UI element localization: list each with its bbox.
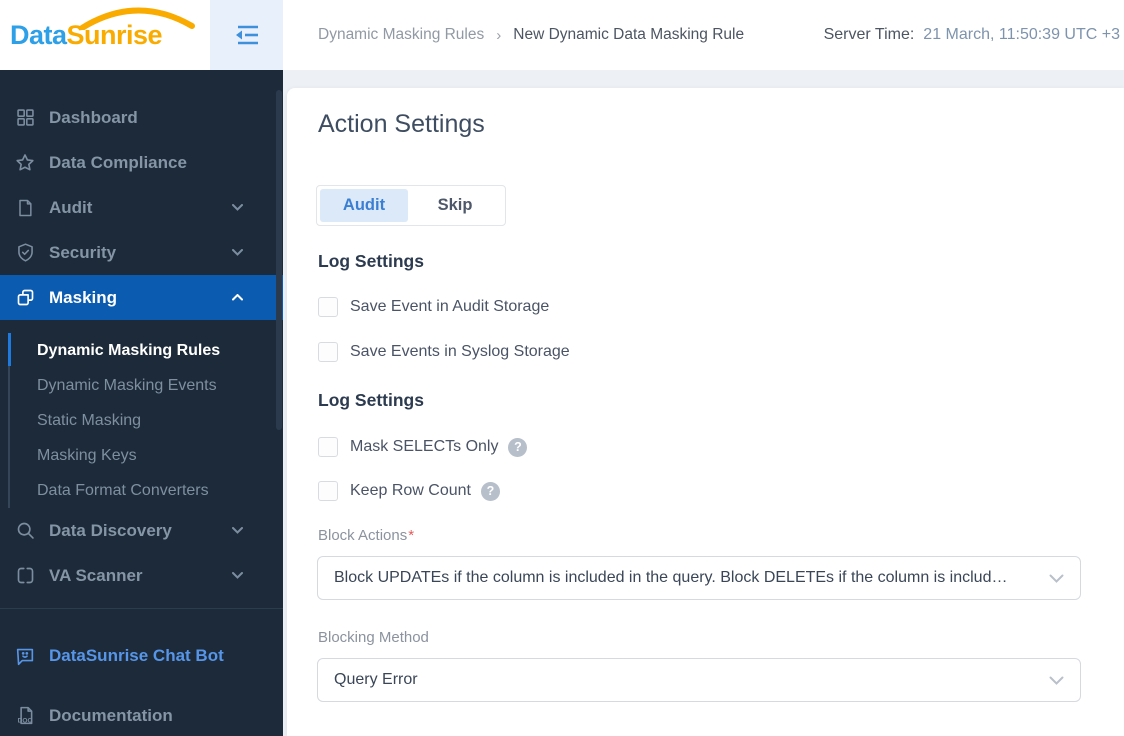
- checkbox-label: Mask SELECTs Only: [350, 438, 499, 455]
- sidebar-item-documentation[interactable]: DOC Documentation: [0, 693, 283, 736]
- server-time-label: Server Time:: [823, 26, 915, 43]
- sidebar-item-security[interactable]: Security: [0, 230, 283, 275]
- sidebar-item-label: Documentation: [49, 705, 173, 725]
- chevron-down-icon: [232, 527, 243, 534]
- sidebar-subitem-masking-keys[interactable]: Masking Keys: [37, 438, 137, 473]
- blocking-method-selected-value: Query Error: [334, 671, 418, 688]
- sidebar-subitem-dynamic-masking-rules[interactable]: Dynamic Masking Rules: [37, 333, 220, 368]
- chevron-down-icon: [232, 572, 243, 579]
- sidebar-item-label: Masking: [49, 287, 118, 307]
- mask-selects-only-checkbox[interactable]: [318, 437, 338, 457]
- sidebar-item-label: Dashboard: [49, 107, 138, 127]
- checkbox-label: Save Events in Syslog Storage: [350, 343, 570, 360]
- chevron-up-icon: [232, 294, 243, 301]
- masking-icon: [14, 287, 36, 309]
- sidebar-collapse-button[interactable]: [210, 0, 283, 70]
- chevron-down-icon: [232, 249, 243, 256]
- checkbox-row-mask-selects-only: Mask SELECTs Only ?: [318, 436, 528, 458]
- svg-text:DOC: DOC: [17, 718, 32, 725]
- sidebar-item-label: Data Compliance: [49, 152, 187, 172]
- shield-check-icon: [14, 242, 36, 264]
- sidebar-subitem-data-format-converters[interactable]: Data Format Converters: [37, 473, 209, 508]
- block-actions-dropdown[interactable]: Block UPDATEs if the column is included …: [317, 556, 1081, 600]
- checkbox-row-keep-row-count: Keep Row Count ?: [318, 480, 500, 502]
- required-asterisk: *: [408, 527, 415, 544]
- log-settings-heading-2: Log Settings: [318, 390, 424, 410]
- sidebar-item-label: DataSunrise Chat Bot: [49, 645, 224, 665]
- scanner-icon: [14, 565, 36, 587]
- sidebar-item-audit[interactable]: Audit: [0, 185, 283, 230]
- page-title: Action Settings: [318, 110, 485, 138]
- star-icon: [14, 152, 36, 174]
- dashboard-grid-icon: [14, 107, 36, 129]
- sidebar-item-va-scanner[interactable]: VA Scanner: [0, 553, 283, 598]
- logo[interactable]: DataSunrise: [0, 0, 210, 70]
- document-icon: [14, 197, 36, 219]
- subitem-label: Masking Keys: [37, 446, 137, 464]
- sidebar-item-label: Data Discovery: [49, 520, 172, 540]
- top-header-bar: Dynamic Masking Rules › New Dynamic Data…: [283, 0, 1124, 70]
- sidebar-subitem-dynamic-masking-events[interactable]: Dynamic Masking Events: [37, 368, 217, 403]
- sidebar-item-label: VA Scanner: [49, 565, 143, 585]
- server-time: Server Time: 21 March, 11:50:39 UTC +3: [824, 0, 1120, 70]
- collapse-sidebar-icon: [235, 25, 258, 45]
- breadcrumb-current-page: New Dynamic Data Masking Rule: [513, 26, 745, 43]
- breadcrumb-parent-link[interactable]: Dynamic Masking Rules: [318, 26, 484, 44]
- sidebar-item-masking[interactable]: Masking: [0, 275, 283, 320]
- sidebar-divider: [0, 608, 283, 609]
- save-events-syslog-checkbox[interactable]: [318, 342, 338, 362]
- sidebar-item-data-compliance[interactable]: Data Compliance: [0, 140, 283, 185]
- checkbox-label: Keep Row Count: [350, 482, 471, 499]
- breadcrumb: Dynamic Masking Rules › New Dynamic Data…: [318, 0, 744, 70]
- logo-text-sunrise: Sunrise: [66, 19, 163, 50]
- main-content-panel: Action Settings Audit Skip Log Settings …: [287, 88, 1124, 736]
- blocking-method-label: Blocking Method: [318, 629, 429, 646]
- subitem-label: Static Masking: [37, 411, 142, 429]
- subitem-label: Data Format Converters: [37, 481, 209, 499]
- chevron-down-icon: [1049, 574, 1064, 584]
- breadcrumb-separator-icon: ›: [496, 26, 502, 44]
- datasunrise-logo: DataSunrise: [10, 7, 195, 51]
- sidebar-scrollbar-thumb[interactable]: [276, 90, 282, 430]
- sidebar-nav: Dashboard Data Compliance Audit Security: [0, 70, 283, 736]
- toggle-option-skip[interactable]: Skip: [408, 189, 502, 222]
- toggle-option-audit[interactable]: Audit: [320, 189, 408, 222]
- block-actions-selected-value: Block UPDATEs if the column is included …: [334, 569, 1008, 586]
- sidebar-item-label: Audit: [49, 197, 93, 217]
- chat-bot-icon: [14, 645, 36, 667]
- action-toggle-group: Audit Skip: [316, 185, 506, 226]
- logo-text-data: Data: [10, 19, 67, 50]
- field-label-text: Block Actions: [318, 527, 408, 544]
- chevron-down-icon: [232, 204, 243, 211]
- server-time-value: 21 March, 11:50:39 UTC +3: [923, 26, 1120, 43]
- field-label-text: Blocking Method: [318, 629, 429, 646]
- sidebar-item-label: Security: [49, 242, 117, 262]
- help-question-icon[interactable]: ?: [480, 481, 500, 501]
- subitem-label: Dynamic Masking Events: [37, 376, 217, 394]
- checkbox-row-save-event-audit: Save Event in Audit Storage: [318, 296, 549, 318]
- search-icon: [14, 520, 36, 542]
- sidebar-item-chat-bot[interactable]: DataSunrise Chat Bot: [0, 633, 283, 678]
- log-settings-heading-1: Log Settings: [318, 251, 424, 271]
- doc-file-icon: DOC: [14, 705, 36, 727]
- sidebar-item-data-discovery[interactable]: Data Discovery: [0, 508, 283, 553]
- chevron-down-icon: [1049, 676, 1064, 686]
- keep-row-count-checkbox[interactable]: [318, 481, 338, 501]
- blocking-method-dropdown[interactable]: Query Error: [317, 658, 1081, 702]
- block-actions-label: Block Actions*: [318, 527, 414, 544]
- checkbox-row-save-events-syslog: Save Events in Syslog Storage: [318, 341, 570, 363]
- help-question-icon[interactable]: ?: [508, 437, 528, 457]
- save-event-audit-checkbox[interactable]: [318, 297, 338, 317]
- submenu-active-indicator: [8, 333, 11, 366]
- sidebar-item-dashboard[interactable]: Dashboard: [0, 95, 283, 140]
- sidebar-subitem-static-masking[interactable]: Static Masking: [37, 403, 141, 438]
- subitem-label: Dynamic Masking Rules: [37, 341, 221, 359]
- checkbox-label: Save Event in Audit Storage: [350, 298, 550, 315]
